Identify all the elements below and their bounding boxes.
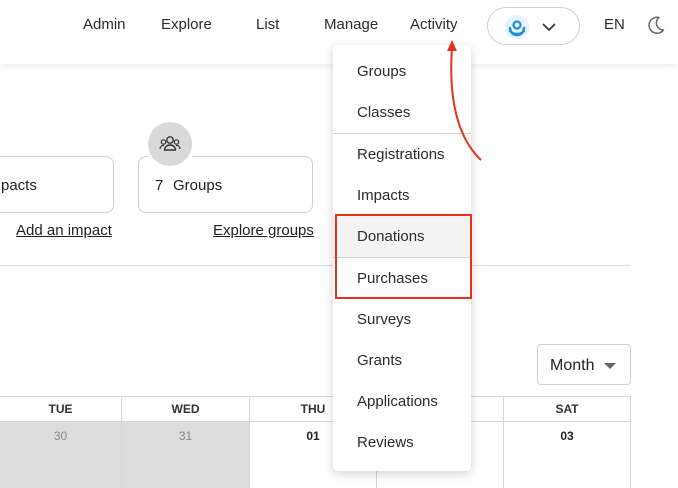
menu-item-label: Reviews xyxy=(357,434,414,451)
calendar-column-sat: SAT 03 xyxy=(504,396,631,488)
section-divider xyxy=(0,265,631,266)
account-menu-button[interactable] xyxy=(487,7,580,45)
calendar-day-header: WED xyxy=(122,396,249,422)
impacts-card-label: pacts xyxy=(1,177,37,194)
org-logo-icon xyxy=(505,15,529,39)
add-impact-link[interactable]: Add an impact xyxy=(16,222,112,239)
explore-groups-link[interactable]: Explore groups xyxy=(213,222,314,239)
menu-item-groups[interactable]: Groups xyxy=(333,51,471,92)
calendar-view-value: Month xyxy=(550,357,595,374)
menu-item-grants[interactable]: Grants xyxy=(333,340,471,381)
menu-item-label: Classes xyxy=(357,104,411,121)
menu-item-surveys[interactable]: Surveys xyxy=(333,299,471,340)
groups-icon xyxy=(159,136,181,151)
moon-icon[interactable] xyxy=(646,15,666,35)
calendar-cell[interactable]: 30 xyxy=(0,422,121,488)
calendar-column-wed: WED 31 xyxy=(122,396,250,488)
calendar-grid: TUE 30 WED 31 THU 01 SAT 03 xyxy=(0,396,631,488)
calendar-day-header: SAT xyxy=(504,396,630,422)
calendar-cell[interactable]: 03 xyxy=(504,422,630,488)
calendar-cell[interactable]: 31 xyxy=(122,422,249,488)
nav-admin[interactable]: Admin xyxy=(83,16,126,34)
menu-item-label: Groups xyxy=(357,63,407,80)
menu-item-label: Applications xyxy=(357,393,438,410)
menu-item-classes[interactable]: Classes xyxy=(333,92,471,133)
menu-item-registrations[interactable]: Registrations xyxy=(333,134,471,175)
menu-item-label: Grants xyxy=(357,352,403,369)
nav-manage[interactable]: Manage xyxy=(324,16,378,34)
groups-badge xyxy=(148,122,192,166)
menu-item-reviews[interactable]: Reviews xyxy=(333,422,471,463)
menu-item-label: Surveys xyxy=(357,311,412,328)
groups-count: 7 xyxy=(155,177,164,194)
menu-item-donations[interactable]: Donations xyxy=(333,216,471,257)
menu-item-label: Registrations xyxy=(357,146,445,163)
calendar-column-tue: TUE 30 xyxy=(0,396,122,488)
groups-card-label: Groups xyxy=(173,177,223,194)
nav-activity[interactable]: Activity xyxy=(410,16,458,34)
calendar-day-header: TUE xyxy=(0,396,121,422)
menu-item-label: Donations xyxy=(357,228,425,245)
chevron-down-icon xyxy=(542,23,556,32)
calendar-date: 30 xyxy=(53,429,68,443)
calendar-view-select[interactable]: Month xyxy=(537,344,631,385)
menu-item-purchases[interactable]: Purchases xyxy=(333,258,471,299)
calendar-date: 31 xyxy=(178,429,193,443)
calendar-date: 03 xyxy=(560,429,574,443)
activity-dropdown-menu: Groups Classes Registrations Impacts Don… xyxy=(333,45,471,471)
nav-explore[interactable]: Explore xyxy=(161,16,212,34)
nav-list[interactable]: List xyxy=(256,16,279,34)
menu-item-impacts[interactable]: Impacts xyxy=(333,175,471,216)
language-toggle[interactable]: EN xyxy=(604,16,625,33)
caret-down-icon xyxy=(604,363,616,369)
impacts-card[interactable]: pacts xyxy=(0,156,114,213)
menu-item-applications[interactable]: Applications xyxy=(333,381,471,422)
menu-item-label: Impacts xyxy=(357,187,410,204)
menu-item-label: Purchases xyxy=(357,270,428,287)
